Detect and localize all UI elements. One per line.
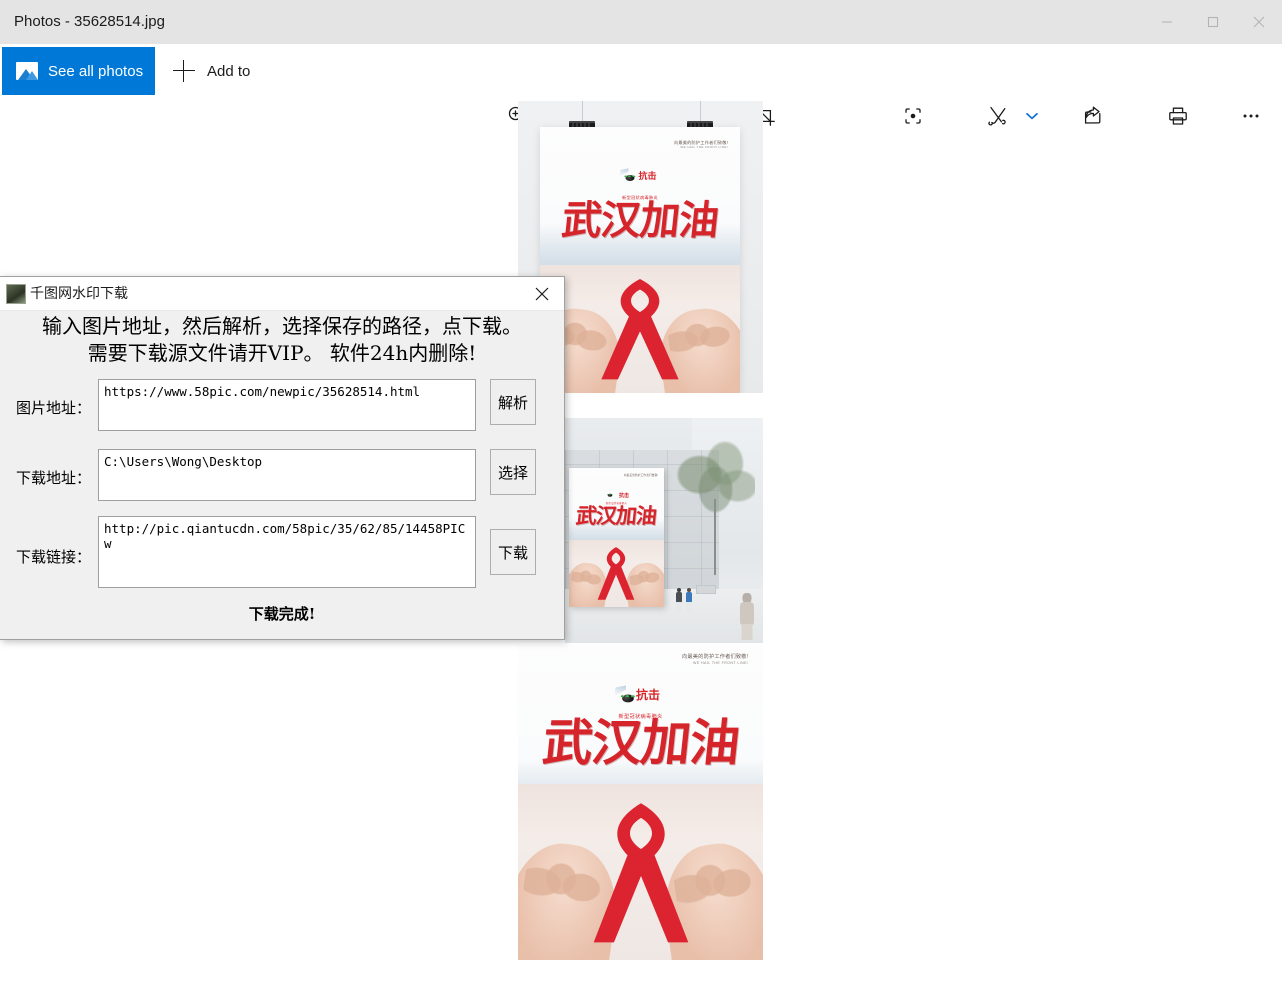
pedestrian <box>739 592 755 640</box>
virus-icon <box>613 685 636 703</box>
billboard-panel: 向最美的防护工作者们致敬! 抗击 新型冠状病毒肺炎 武汉加油 共舟共济·共渡难关… <box>568 467 664 607</box>
maximize-icon <box>1207 16 1219 28</box>
dialog-title: 千图网水印下载 <box>30 285 128 301</box>
app-toolbar: See all photos Add to <box>0 44 1282 126</box>
poster-full-view: 向最美的防护工作者们致敬! WE HAIL THE FRONT LINE! 抗击… <box>518 645 763 960</box>
pedestrian <box>676 587 683 612</box>
download-link-label: 下载链接： <box>16 548 92 566</box>
window-controls <box>1144 0 1282 44</box>
choose-folder-button[interactable]: 选择 <box>490 449 536 495</box>
awareness-ribbon-icon <box>594 273 686 385</box>
poster-headline: 向最美的防护工作者们致敬! WE HAIL THE FRONT LINE! <box>673 140 728 149</box>
dialog-close-button[interactable] <box>520 277 564 310</box>
poster-kangji-group: 抗击 <box>619 168 657 182</box>
enhance-button[interactable] <box>891 94 935 138</box>
share-icon <box>1081 104 1105 128</box>
edit-create-icon <box>985 103 1011 129</box>
watermark-downloader-dialog: 千图网水印下载 输入图片地址，然后解析，选择保存的路径，点下载。 需要下载源文件… <box>0 276 565 640</box>
edit-create-dropdown-button[interactable] <box>1010 94 1054 138</box>
plus-icon <box>173 60 195 82</box>
poster-sheet: 向最美的防护工作者们致敬! WE HAIL THE FRONT LINE! 抗击… <box>540 127 740 393</box>
photos-library-icon <box>16 62 38 80</box>
close-icon <box>534 286 550 302</box>
add-to-button[interactable]: Add to <box>163 47 260 95</box>
download-link-textarea[interactable]: http://pic.qiantucdn.com/58pic/35/62/85/… <box>98 516 476 588</box>
minimize-button[interactable] <box>1144 0 1190 44</box>
virus-icon <box>619 168 636 182</box>
bench-decoration <box>695 584 716 594</box>
spray-icon <box>613 685 626 697</box>
enhance-icon <box>901 104 925 128</box>
photos-app-window: Photos - 35628514.jpg See all photos Add… <box>0 0 1282 1002</box>
tree-decoration <box>675 436 756 576</box>
pedestrian <box>686 587 693 612</box>
poster-mockup-street-billboard: 向最美的防护工作者们致敬! 抗击 新型冠状病毒肺炎 武汉加油 共舟共济·共渡难关… <box>565 418 763 643</box>
status-message: 下载完成! <box>248 605 316 623</box>
awareness-ribbon-icon <box>595 544 639 603</box>
download-button[interactable]: 下载 <box>490 529 536 575</box>
instruction-line-2: 需要下载源文件请开VIP。 软件24h内删除! <box>87 341 477 365</box>
maximize-button[interactable] <box>1190 0 1236 44</box>
more-options-button[interactable] <box>1229 94 1273 138</box>
app-thumbnail-icon <box>6 284 26 304</box>
image-url-label: 图片地址： <box>16 399 92 417</box>
save-path-input[interactable]: C:\Users\Wong\Desktop <box>98 449 476 501</box>
window-title-bar: Photos - 35628514.jpg <box>0 0 1282 45</box>
print-button[interactable] <box>1156 94 1200 138</box>
poster-hands-photo <box>540 265 740 393</box>
chevron-down-icon <box>1023 107 1041 125</box>
print-icon <box>1166 104 1190 128</box>
close-button[interactable] <box>1236 0 1282 44</box>
see-all-photos-label: See all photos <box>48 62 144 80</box>
minimize-icon <box>1161 16 1173 28</box>
parse-button[interactable]: 解析 <box>490 379 536 425</box>
dialog-title-bar: 千图网水印下载 <box>0 277 564 311</box>
poster-title: 武汉加油 <box>559 197 721 245</box>
save-path-label: 下载地址： <box>16 469 92 487</box>
see-all-photos-button[interactable]: See all photos <box>2 47 155 95</box>
image-url-input[interactable]: https://www.58pic.com/newpic/35628514.ht… <box>98 379 476 431</box>
spray-icon <box>619 168 629 177</box>
more-ellipsis-icon <box>1239 104 1263 128</box>
close-icon <box>1253 16 1265 28</box>
awareness-ribbon-icon <box>584 795 697 951</box>
window-title: Photos - 35628514.jpg <box>14 13 165 30</box>
add-to-label: Add to <box>207 62 251 80</box>
virus-icon <box>607 492 614 497</box>
dialog-instructions: 输入图片地址，然后解析，选择保存的路径，点下载。 需要下载源文件请开VIP。 软… <box>0 313 564 367</box>
share-button[interactable] <box>1071 94 1115 138</box>
instruction-line-1: 输入图片地址，然后解析，选择保存的路径，点下载。 <box>42 314 522 338</box>
